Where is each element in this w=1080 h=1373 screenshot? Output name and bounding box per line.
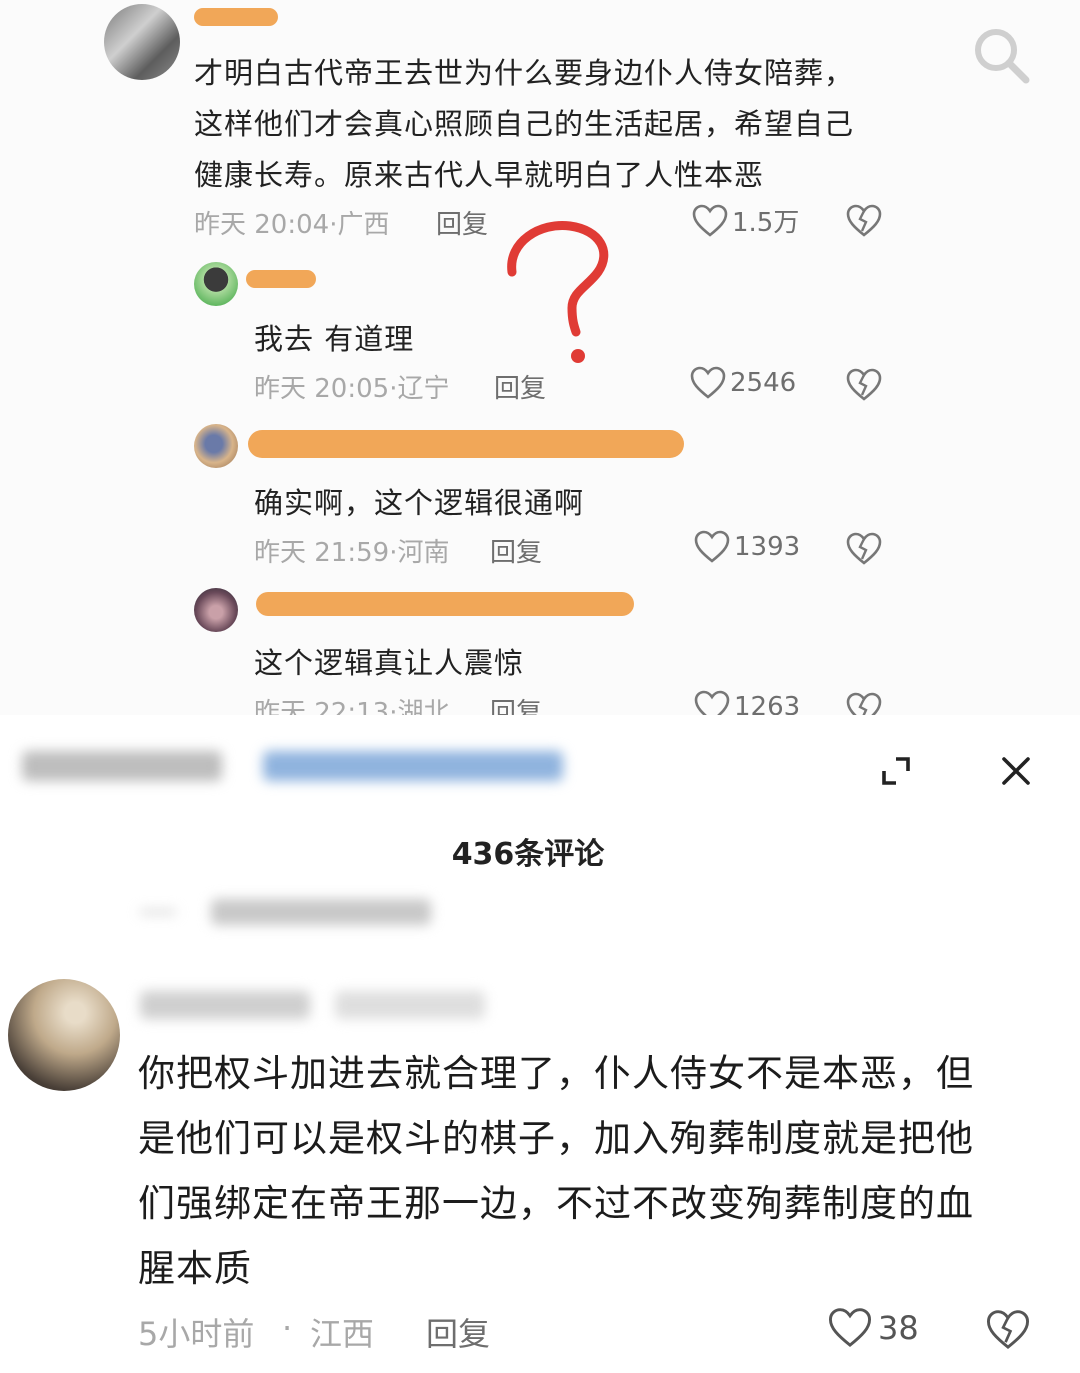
like-button[interactable]: 1.5万: [692, 202, 799, 239]
meta-separator: ·: [282, 1309, 293, 1347]
comment-time: 昨天 22:13: [254, 698, 390, 715]
reply-body: 这个逻辑真让人震惊: [254, 646, 525, 680]
comment-location: 湖北: [397, 698, 450, 715]
like-button[interactable]: 1263: [694, 690, 800, 715]
comment-line: 们强绑定在帝王那一边，不过不改变殉葬制度的血: [138, 1182, 974, 1225]
comment-count-title: 436条评论: [451, 837, 605, 872]
search-icon[interactable]: [970, 24, 1034, 88]
question-mark-annotation: [500, 212, 620, 372]
dislike-icon[interactable]: [846, 368, 882, 406]
reply-button[interactable]: 回复: [436, 204, 488, 241]
like-count: 1393: [734, 532, 801, 562]
redacted-username: [248, 430, 684, 458]
heart-icon: [692, 204, 728, 237]
reply-button[interactable]: 回复: [426, 1309, 490, 1355]
comment-meta: 昨天 22:13·湖北: [254, 692, 449, 715]
heart-icon: [690, 366, 726, 399]
comment-time: 昨天 21:59: [254, 538, 390, 568]
comment-line: 才明白古代帝王去世为什么要身边仆人侍女陪葬，: [194, 56, 855, 90]
like-button[interactable]: 2546: [690, 366, 796, 400]
comment-line: 腥本质: [138, 1247, 252, 1290]
avatar[interactable]: [8, 979, 120, 1091]
reply-button[interactable]: 回复: [490, 692, 542, 715]
avatar[interactable]: [194, 588, 238, 632]
dislike-icon[interactable]: [846, 204, 882, 242]
comment-meta: 昨天 20:04·广西: [194, 204, 389, 241]
heart-icon: [828, 1308, 872, 1347]
comment-sheet: 436条评论 你把权斗加进去就合理了，仆人侍女不是本恶，但 是他们可以是权斗的棋…: [0, 715, 1080, 1373]
close-icon[interactable]: [996, 751, 1036, 791]
expand-icon[interactable]: [876, 751, 916, 791]
comment-line: 健康长寿。原来古代人早就明白了人性本恶: [194, 158, 765, 192]
comment-line: 是他们可以是权斗的棋子，加入殉葬制度就是把他: [138, 1117, 974, 1160]
reply-button[interactable]: 回复: [490, 532, 542, 569]
avatar[interactable]: [104, 4, 180, 80]
like-button[interactable]: 1393: [694, 530, 800, 564]
comment-line: 这样他们才会真心照顾自己的生活起居，希望自己: [194, 107, 855, 141]
like-count: 1263: [734, 692, 801, 715]
comment-time: 昨天 20:05: [254, 374, 390, 404]
comment-location: 广西: [337, 210, 390, 240]
comment-location: 河南: [397, 538, 450, 568]
like-count: 1.5万: [732, 208, 800, 238]
comment-line: 你把权斗加进去就合理了，仆人侍女不是本恶，但: [138, 1052, 974, 1095]
dislike-icon[interactable]: [986, 1309, 1030, 1355]
redacted-username: [246, 270, 316, 288]
redacted-username: [194, 8, 278, 26]
avatar[interactable]: [194, 262, 238, 306]
top-comment-screenshot: 才明白古代帝王去世为什么要身边仆人侍女陪葬， 这样他们才会真心照顾自己的生活起居…: [0, 0, 1080, 715]
like-count: 38: [878, 1309, 919, 1347]
comment-location: 辽宁: [397, 374, 450, 404]
comment-location: 江西: [310, 1315, 375, 1353]
dislike-icon[interactable]: [846, 692, 882, 715]
avatar[interactable]: [194, 424, 238, 468]
comment-time: 昨天 20:04: [194, 210, 330, 240]
like-button[interactable]: 38: [828, 1307, 919, 1349]
search-suggestion[interactable]: [22, 751, 582, 791]
reply-button[interactable]: 回复: [494, 368, 546, 405]
reply-body: 确实啊，这个逻辑很通啊: [254, 486, 585, 520]
dislike-icon[interactable]: [846, 532, 882, 570]
heart-icon: [694, 530, 730, 563]
comment-body: 才明白古代帝王去世为什么要身边仆人侍女陪葬， 这样他们才会真心照顾自己的生活起居…: [194, 48, 914, 201]
heart-icon: [694, 690, 730, 715]
username-blurred[interactable]: [140, 991, 500, 1025]
like-count: 2546: [730, 368, 797, 398]
reply-body: 我去 有道理: [254, 322, 415, 356]
comment-time: 5小时前: [138, 1315, 255, 1353]
comment-meta: 昨天 20:05·辽宁: [254, 368, 449, 405]
sort-filter[interactable]: [140, 899, 460, 935]
comment-meta: 昨天 21:59·河南: [254, 532, 449, 569]
main-comment-body: 你把权斗加进去就合理了，仆人侍女不是本恶，但 是他们可以是权斗的棋子，加入殉葬制…: [138, 1041, 1048, 1301]
redacted-username: [256, 592, 634, 616]
